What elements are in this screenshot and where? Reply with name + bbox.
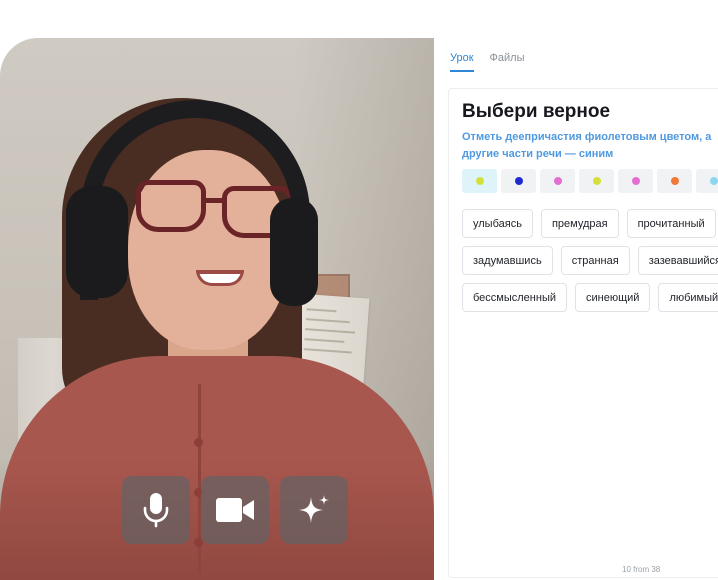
video-camera-icon xyxy=(216,498,254,522)
panel-tabs: Урок Файлы xyxy=(450,52,525,72)
word-chip[interactable]: зазевавшийся xyxy=(637,246,718,275)
camera-button[interactable] xyxy=(201,476,269,544)
color-dot xyxy=(592,177,601,185)
color-swatch[interactable] xyxy=(657,169,692,193)
word-chip[interactable]: задумавшись xyxy=(462,246,553,275)
exercise-card: Выбери верное Отметь деепричастия фиолет… xyxy=(448,88,718,578)
word-chip[interactable]: прочитанный xyxy=(626,209,716,238)
instruction-line: другие части речи — синим xyxy=(462,148,614,160)
word-chip[interactable]: премудрая xyxy=(540,209,619,238)
color-dot xyxy=(553,177,562,185)
word-row: задумавшись странная зазевавшийся xyxy=(462,246,718,275)
color-swatch[interactable] xyxy=(501,169,536,193)
word-chip[interactable]: странная xyxy=(560,246,630,275)
microphone-button[interactable] xyxy=(122,476,190,544)
color-dot xyxy=(631,177,640,185)
headphones-right-cup xyxy=(270,198,318,306)
word-bank: улыбаясьпремудраяпрочитанныйсделанный зад… xyxy=(462,209,718,320)
color-swatch[interactable] xyxy=(696,169,718,193)
color-dot xyxy=(709,177,718,185)
color-swatch[interactable] xyxy=(540,169,575,193)
color-dot xyxy=(475,177,484,185)
word-chip[interactable]: бессмысленный xyxy=(462,283,567,312)
tab-lesson[interactable]: Урок xyxy=(450,52,474,72)
effects-button[interactable] xyxy=(280,476,348,544)
tab-files[interactable]: Файлы xyxy=(490,52,525,72)
word-chip[interactable]: любимый xyxy=(658,283,718,312)
exercise-title: Выбери верное xyxy=(462,101,611,122)
exercise-counter: 10 from 38 xyxy=(622,565,661,574)
microphone-icon xyxy=(143,493,169,528)
word-chip[interactable]: синеющий xyxy=(575,283,651,312)
color-palette xyxy=(462,169,718,193)
instruction-line: Отметь деепричастия фиолетовым цветом, а xyxy=(462,131,712,143)
color-swatch[interactable] xyxy=(462,169,497,193)
lesson-panel: Урок Файлы Выбери верное Отметь дееприча… xyxy=(434,38,718,580)
call-controls xyxy=(122,476,348,544)
word-row: бессмысленный синеющий любимый xyxy=(462,283,718,312)
color-swatch[interactable] xyxy=(618,169,653,193)
exercise-instruction: Отметь деепричастия фиолетовым цветом, а… xyxy=(462,129,718,163)
color-dot xyxy=(670,177,679,185)
color-dot xyxy=(514,177,523,185)
headphones-left-cup xyxy=(66,186,128,298)
color-swatch[interactable] xyxy=(579,169,614,193)
sparkle-icon xyxy=(299,495,329,523)
shirt-button xyxy=(194,438,203,447)
word-chip[interactable]: улыбаясь xyxy=(462,209,533,238)
word-row: улыбаясьпремудраяпрочитанныйсделанный xyxy=(462,209,718,238)
